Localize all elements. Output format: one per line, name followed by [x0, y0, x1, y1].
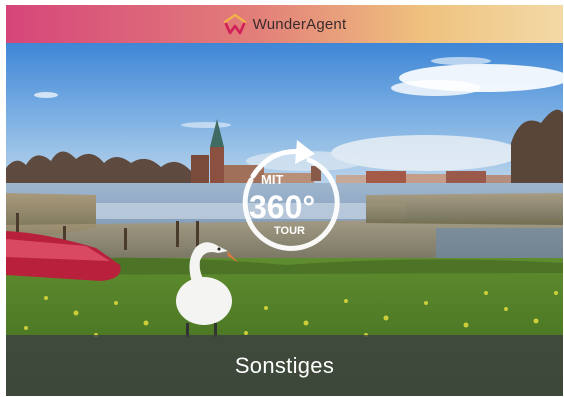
listing-card[interactable]: WunderAgent MIT 360° TOUR Sonstiges — [6, 5, 563, 396]
brand-header: WunderAgent — [6, 5, 563, 43]
360-tour-badge[interactable]: MIT 360° TOUR — [231, 138, 347, 264]
badge-top-text: MIT — [261, 172, 283, 187]
badge-bottom-text: TOUR — [274, 225, 305, 237]
house-w-logo-icon — [223, 13, 246, 35]
category-footer: Sonstiges — [6, 335, 563, 396]
brand-name: WunderAgent — [252, 15, 347, 33]
category-label: Sonstiges — [234, 352, 335, 378]
badge-degrees: 360° — [249, 189, 315, 225]
